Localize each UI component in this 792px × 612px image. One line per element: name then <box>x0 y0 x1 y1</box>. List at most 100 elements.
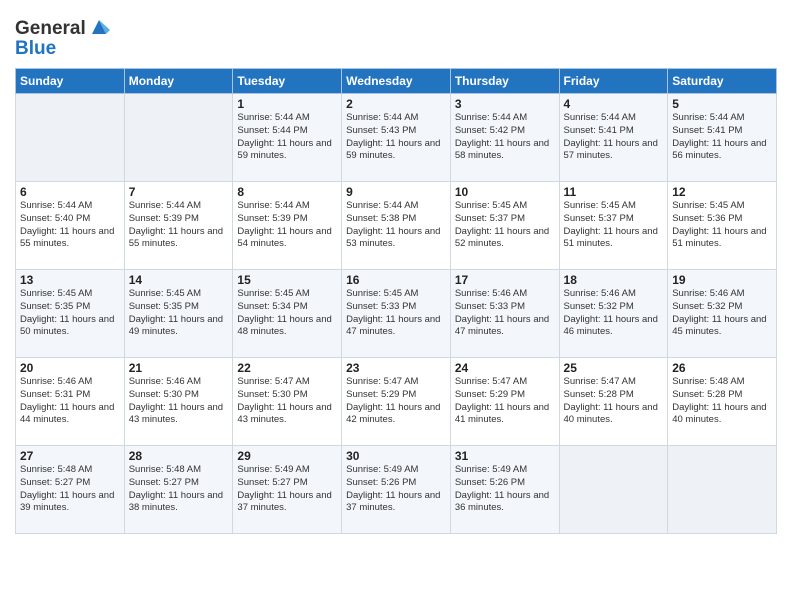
weekday-header-monday: Monday <box>124 69 233 94</box>
calendar-week-5: 27Sunrise: 5:48 AM Sunset: 5:27 PM Dayli… <box>16 446 777 534</box>
calendar-cell: 17Sunrise: 5:46 AM Sunset: 5:33 PM Dayli… <box>450 270 559 358</box>
day-number: 20 <box>20 361 120 375</box>
calendar-cell: 15Sunrise: 5:45 AM Sunset: 5:34 PM Dayli… <box>233 270 342 358</box>
weekday-header-friday: Friday <box>559 69 668 94</box>
day-info: Sunrise: 5:46 AM Sunset: 5:32 PM Dayligh… <box>672 288 772 339</box>
calendar-cell: 5Sunrise: 5:44 AM Sunset: 5:41 PM Daylig… <box>668 94 777 182</box>
weekday-header-row: SundayMondayTuesdayWednesdayThursdayFrid… <box>16 69 777 94</box>
day-number: 10 <box>455 185 555 199</box>
day-info: Sunrise: 5:45 AM Sunset: 5:35 PM Dayligh… <box>129 288 229 339</box>
calendar-week-4: 20Sunrise: 5:46 AM Sunset: 5:31 PM Dayli… <box>16 358 777 446</box>
calendar-cell: 3Sunrise: 5:44 AM Sunset: 5:42 PM Daylig… <box>450 94 559 182</box>
day-info: Sunrise: 5:49 AM Sunset: 5:27 PM Dayligh… <box>237 464 337 515</box>
calendar-cell: 2Sunrise: 5:44 AM Sunset: 5:43 PM Daylig… <box>342 94 451 182</box>
day-number: 6 <box>20 185 120 199</box>
day-info: Sunrise: 5:46 AM Sunset: 5:30 PM Dayligh… <box>129 376 229 427</box>
calendar-cell: 4Sunrise: 5:44 AM Sunset: 5:41 PM Daylig… <box>559 94 668 182</box>
calendar-cell: 18Sunrise: 5:46 AM Sunset: 5:32 PM Dayli… <box>559 270 668 358</box>
day-number: 17 <box>455 273 555 287</box>
day-info: Sunrise: 5:47 AM Sunset: 5:30 PM Dayligh… <box>237 376 337 427</box>
day-info: Sunrise: 5:44 AM Sunset: 5:41 PM Dayligh… <box>672 112 772 163</box>
calendar-cell: 28Sunrise: 5:48 AM Sunset: 5:27 PM Dayli… <box>124 446 233 534</box>
day-number: 1 <box>237 97 337 111</box>
day-info: Sunrise: 5:48 AM Sunset: 5:27 PM Dayligh… <box>20 464 120 515</box>
day-number: 19 <box>672 273 772 287</box>
day-number: 4 <box>564 97 664 111</box>
calendar-cell: 27Sunrise: 5:48 AM Sunset: 5:27 PM Dayli… <box>16 446 125 534</box>
calendar-cell <box>16 94 125 182</box>
calendar-cell: 19Sunrise: 5:46 AM Sunset: 5:32 PM Dayli… <box>668 270 777 358</box>
calendar-cell: 12Sunrise: 5:45 AM Sunset: 5:36 PM Dayli… <box>668 182 777 270</box>
day-info: Sunrise: 5:44 AM Sunset: 5:40 PM Dayligh… <box>20 200 120 251</box>
calendar-cell: 9Sunrise: 5:44 AM Sunset: 5:38 PM Daylig… <box>342 182 451 270</box>
day-number: 14 <box>129 273 229 287</box>
calendar-cell: 21Sunrise: 5:46 AM Sunset: 5:30 PM Dayli… <box>124 358 233 446</box>
calendar-week-1: 1Sunrise: 5:44 AM Sunset: 5:44 PM Daylig… <box>16 94 777 182</box>
day-info: Sunrise: 5:44 AM Sunset: 5:41 PM Dayligh… <box>564 112 664 163</box>
day-number: 9 <box>346 185 446 199</box>
day-info: Sunrise: 5:47 AM Sunset: 5:29 PM Dayligh… <box>346 376 446 427</box>
calendar-cell: 30Sunrise: 5:49 AM Sunset: 5:26 PM Dayli… <box>342 446 451 534</box>
calendar-cell: 26Sunrise: 5:48 AM Sunset: 5:28 PM Dayli… <box>668 358 777 446</box>
day-info: Sunrise: 5:44 AM Sunset: 5:44 PM Dayligh… <box>237 112 337 163</box>
day-number: 29 <box>237 449 337 463</box>
day-number: 8 <box>237 185 337 199</box>
weekday-header-saturday: Saturday <box>668 69 777 94</box>
day-number: 25 <box>564 361 664 375</box>
day-info: Sunrise: 5:47 AM Sunset: 5:28 PM Dayligh… <box>564 376 664 427</box>
logo-icon <box>88 16 110 38</box>
day-number: 2 <box>346 97 446 111</box>
calendar-cell: 10Sunrise: 5:45 AM Sunset: 5:37 PM Dayli… <box>450 182 559 270</box>
day-number: 15 <box>237 273 337 287</box>
day-number: 27 <box>20 449 120 463</box>
calendar-cell <box>559 446 668 534</box>
day-info: Sunrise: 5:44 AM Sunset: 5:38 PM Dayligh… <box>346 200 446 251</box>
day-info: Sunrise: 5:45 AM Sunset: 5:36 PM Dayligh… <box>672 200 772 251</box>
day-number: 30 <box>346 449 446 463</box>
day-info: Sunrise: 5:46 AM Sunset: 5:33 PM Dayligh… <box>455 288 555 339</box>
weekday-header-thursday: Thursday <box>450 69 559 94</box>
day-number: 11 <box>564 185 664 199</box>
calendar-cell: 13Sunrise: 5:45 AM Sunset: 5:35 PM Dayli… <box>16 270 125 358</box>
calendar-cell: 20Sunrise: 5:46 AM Sunset: 5:31 PM Dayli… <box>16 358 125 446</box>
day-info: Sunrise: 5:46 AM Sunset: 5:32 PM Dayligh… <box>564 288 664 339</box>
calendar-cell: 8Sunrise: 5:44 AM Sunset: 5:39 PM Daylig… <box>233 182 342 270</box>
day-info: Sunrise: 5:49 AM Sunset: 5:26 PM Dayligh… <box>455 464 555 515</box>
day-info: Sunrise: 5:45 AM Sunset: 5:37 PM Dayligh… <box>564 200 664 251</box>
calendar-cell: 14Sunrise: 5:45 AM Sunset: 5:35 PM Dayli… <box>124 270 233 358</box>
calendar-container: General Blue SundayMondayTuesdayWednesda… <box>0 0 792 549</box>
calendar-cell: 11Sunrise: 5:45 AM Sunset: 5:37 PM Dayli… <box>559 182 668 270</box>
calendar-cell: 25Sunrise: 5:47 AM Sunset: 5:28 PM Dayli… <box>559 358 668 446</box>
day-number: 18 <box>564 273 664 287</box>
day-info: Sunrise: 5:45 AM Sunset: 5:34 PM Dayligh… <box>237 288 337 339</box>
weekday-header-sunday: Sunday <box>16 69 125 94</box>
day-number: 7 <box>129 185 229 199</box>
day-number: 13 <box>20 273 120 287</box>
calendar-cell: 16Sunrise: 5:45 AM Sunset: 5:33 PM Dayli… <box>342 270 451 358</box>
logo-blue: Blue <box>15 38 110 60</box>
calendar-cell: 31Sunrise: 5:49 AM Sunset: 5:26 PM Dayli… <box>450 446 559 534</box>
day-info: Sunrise: 5:45 AM Sunset: 5:37 PM Dayligh… <box>455 200 555 251</box>
day-info: Sunrise: 5:44 AM Sunset: 5:43 PM Dayligh… <box>346 112 446 163</box>
calendar-week-3: 13Sunrise: 5:45 AM Sunset: 5:35 PM Dayli… <box>16 270 777 358</box>
logo-general: General <box>15 18 86 40</box>
day-info: Sunrise: 5:46 AM Sunset: 5:31 PM Dayligh… <box>20 376 120 427</box>
logo: General Blue <box>15 18 110 60</box>
day-info: Sunrise: 5:44 AM Sunset: 5:39 PM Dayligh… <box>237 200 337 251</box>
day-number: 24 <box>455 361 555 375</box>
day-number: 3 <box>455 97 555 111</box>
day-number: 16 <box>346 273 446 287</box>
calendar-cell: 1Sunrise: 5:44 AM Sunset: 5:44 PM Daylig… <box>233 94 342 182</box>
calendar-cell: 24Sunrise: 5:47 AM Sunset: 5:29 PM Dayli… <box>450 358 559 446</box>
day-info: Sunrise: 5:49 AM Sunset: 5:26 PM Dayligh… <box>346 464 446 515</box>
day-info: Sunrise: 5:45 AM Sunset: 5:35 PM Dayligh… <box>20 288 120 339</box>
weekday-header-tuesday: Tuesday <box>233 69 342 94</box>
calendar-table: SundayMondayTuesdayWednesdayThursdayFrid… <box>15 68 777 534</box>
header: General Blue <box>15 10 777 60</box>
day-number: 12 <box>672 185 772 199</box>
calendar-cell <box>124 94 233 182</box>
calendar-cell: 29Sunrise: 5:49 AM Sunset: 5:27 PM Dayli… <box>233 446 342 534</box>
day-number: 5 <box>672 97 772 111</box>
calendar-cell: 6Sunrise: 5:44 AM Sunset: 5:40 PM Daylig… <box>16 182 125 270</box>
day-info: Sunrise: 5:44 AM Sunset: 5:42 PM Dayligh… <box>455 112 555 163</box>
